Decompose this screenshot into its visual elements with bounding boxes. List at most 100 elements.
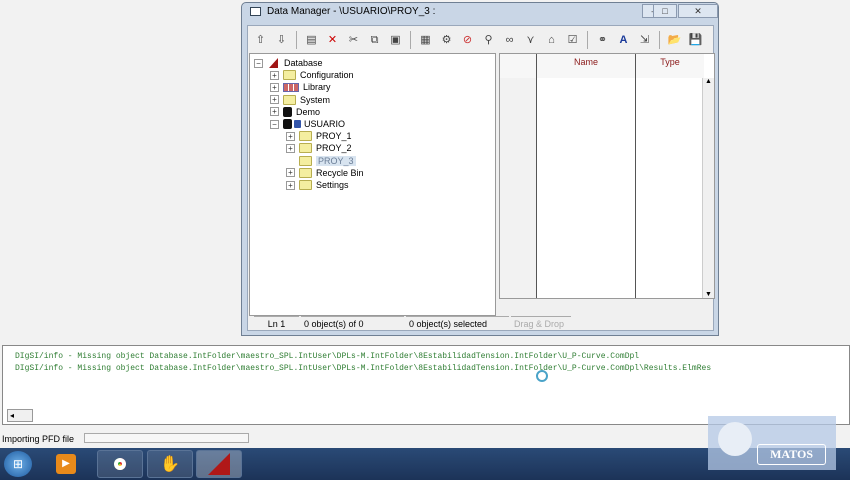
close-button[interactable]: ✕	[678, 4, 718, 18]
expand-icon[interactable]: +	[270, 82, 279, 92]
new-object-button[interactable]: ▤	[302, 31, 321, 50]
start-button[interactable]: ⊞	[4, 451, 32, 477]
open-folder-icon: 📂	[667, 33, 682, 46]
database-icon	[269, 58, 278, 68]
export-button[interactable]: ⇲	[635, 31, 654, 50]
glasses-button[interactable]: ∞	[500, 31, 519, 50]
title-bar[interactable]: Data Manager - \USUARIO\PROY_3 :	[250, 6, 435, 17]
tree-item[interactable]: + System	[270, 94, 330, 106]
status-selected: 0 object(s) selected	[406, 316, 509, 330]
binoculars-button[interactable]: ⚭	[593, 31, 612, 50]
user-icon	[283, 106, 292, 117]
delete-icon: ✕	[327, 33, 338, 46]
status-drag-drop: Drag & Drop	[511, 316, 571, 330]
save-button[interactable]: 💾	[686, 31, 705, 50]
powerfactory-icon	[208, 453, 230, 475]
tree-item-label: Demo	[296, 106, 321, 117]
taskbar-powerfactory[interactable]	[196, 450, 242, 478]
gear-button[interactable]: ⚙	[437, 31, 456, 50]
expand-icon[interactable]: +	[270, 95, 279, 105]
filter-icon: ⋎	[526, 33, 535, 46]
output-window[interactable]: DIgSI/info - Missing object Database.Int…	[2, 345, 850, 425]
folder-down-button[interactable]: ⇩	[272, 31, 291, 50]
expand-icon[interactable]: +	[286, 168, 295, 178]
expand-icon[interactable]: +	[270, 107, 279, 117]
checklist-button[interactable]: ☑	[563, 31, 582, 50]
folder-up-icon: ⇧	[255, 33, 266, 46]
taskbar-app[interactable]: ✋	[147, 450, 193, 478]
scroll-up-arrow[interactable]: ▲	[703, 78, 714, 85]
folder-icon	[299, 131, 312, 142]
cut-button[interactable]: ✂	[344, 31, 363, 50]
chrome-icon	[110, 454, 130, 474]
folder-icon	[299, 143, 312, 154]
tree-item[interactable]: + Demo	[270, 106, 320, 118]
horizontal-scroll-left[interactable]: ◂	[7, 409, 33, 422]
status-line: Ln 1	[254, 316, 299, 330]
expand-icon[interactable]: +	[286, 131, 295, 141]
folder-icon	[299, 167, 312, 178]
toolbar-separator	[296, 31, 297, 49]
object-list[interactable]: Name Type ▲ ▼	[499, 53, 715, 299]
watermark-text: MATOS	[757, 444, 826, 465]
vertical-scrollbar[interactable]: ▲ ▼	[702, 78, 714, 298]
tree-item-label: PROY_2	[316, 143, 352, 154]
open-folder-button[interactable]: 📂	[665, 31, 684, 50]
filter-button[interactable]: ⋎	[521, 31, 540, 50]
tree-item[interactable]: + PROY_2	[286, 142, 352, 154]
tree-item-label: USUARIO	[304, 119, 346, 129]
network-button[interactable]: ⌂	[542, 31, 561, 50]
edit-object-button[interactable]: ▦	[416, 31, 435, 50]
column-name	[537, 78, 636, 298]
forbidden-button[interactable]: ⊘	[458, 31, 477, 50]
delete-button[interactable]: ✕	[323, 31, 342, 50]
gear-icon: ⚙	[441, 33, 452, 46]
tree-item-label: Recycle Bin	[316, 167, 364, 178]
folder-icon	[283, 70, 296, 81]
binoculars-icon: ⚭	[597, 33, 608, 46]
tree-item[interactable]: + Configuration	[270, 69, 354, 81]
window-title: Data Manager - \USUARIO\PROY_3 :	[267, 6, 436, 17]
log-line: DIgSI/info - Missing object Database.Int…	[15, 352, 640, 361]
tree-item-label: System	[300, 94, 331, 105]
busy-cursor-icon	[536, 370, 548, 382]
copy-button[interactable]: ⧉	[365, 31, 384, 50]
tree-item-label: Settings	[316, 180, 349, 190]
tree-item[interactable]: + Settings	[286, 179, 349, 191]
paste-button[interactable]: ▣	[386, 31, 405, 50]
expand-icon[interactable]: +	[286, 180, 295, 190]
collapse-icon[interactable]: −	[270, 119, 279, 129]
collapse-icon[interactable]: −	[254, 58, 263, 68]
column-header-type[interactable]: Type	[636, 54, 704, 78]
maximize-button[interactable]: □	[653, 4, 677, 18]
tree-item[interactable]: PROY_3	[286, 155, 356, 167]
expand-icon[interactable]: +	[270, 70, 279, 80]
media-player-icon[interactable]: ▶	[56, 454, 76, 474]
scroll-down-arrow[interactable]: ▼	[703, 291, 714, 298]
toolbar-separator	[410, 31, 411, 49]
window-body: ⇧ ⇩ ▤ ✕ ✂ ⧉ ▣ ▦ ⚙ ⊘ ⚲ ∞ ⋎ ⌂ ☑ ⚭ A ⇲ 📂 💾 − Database + Configura…	[247, 25, 715, 331]
tree-item[interactable]: − USUARIO	[270, 118, 345, 130]
new-object-icon: ▤	[306, 33, 317, 46]
tree-item[interactable]: + Library	[270, 81, 331, 93]
export-icon: ⇲	[639, 33, 650, 46]
expand-icon[interactable]: +	[286, 143, 295, 153]
tree-view[interactable]: − Database + Configuration + Library + System + D…	[249, 53, 496, 316]
column-header-name[interactable]: Name	[537, 54, 636, 78]
tree-item-label: PROY_1	[316, 131, 352, 142]
network-icon: ⌂	[548, 33, 555, 46]
taskbar-chrome[interactable]	[97, 450, 143, 478]
inspect-icon: ⚲	[484, 33, 493, 46]
tree-item[interactable]: + Recycle Bin	[286, 167, 364, 179]
save-icon: 💾	[688, 33, 703, 46]
window-icon	[250, 7, 261, 16]
forbidden-icon: ⊘	[462, 33, 473, 46]
folder-up-button[interactable]: ⇧	[251, 31, 270, 50]
column-header-blank[interactable]	[500, 54, 537, 78]
status-text: Importing PFD file	[2, 434, 75, 444]
tree-item[interactable]: − Database	[254, 57, 323, 69]
inspect-button[interactable]: ⚲	[479, 31, 498, 50]
glasses-icon: ∞	[505, 33, 514, 46]
tree-item[interactable]: + PROY_1	[286, 130, 352, 142]
font-button[interactable]: A	[614, 31, 633, 50]
